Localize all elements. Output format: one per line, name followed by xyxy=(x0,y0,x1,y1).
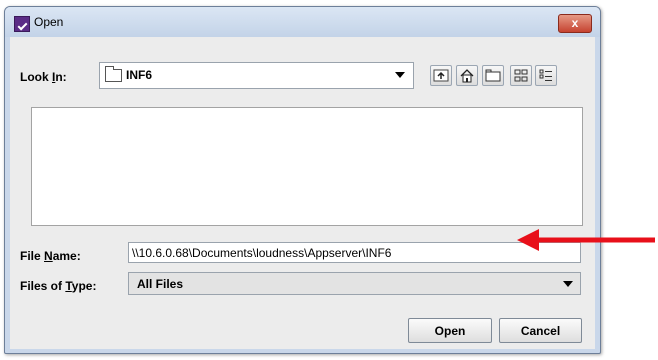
open-button[interactable]: Open xyxy=(408,318,492,343)
red-arrow-annotation xyxy=(517,229,655,251)
list-view-icon xyxy=(514,69,528,82)
files-of-type-value: All Files xyxy=(137,277,184,291)
file-name-label: File Name: xyxy=(20,249,81,263)
new-folder-button[interactable] xyxy=(482,65,504,86)
look-in-value: INF6 xyxy=(126,68,153,82)
files-of-type-label: Files of Type: xyxy=(20,279,97,293)
up-one-level-button[interactable] xyxy=(430,65,452,86)
folder-icon xyxy=(105,66,122,82)
home-icon xyxy=(460,69,474,83)
chevron-down-icon xyxy=(395,72,405,78)
home-button[interactable] xyxy=(456,65,478,86)
title-bar[interactable]: Open x xyxy=(5,7,600,37)
details-view-icon xyxy=(539,69,552,81)
look-in-combo[interactable]: INF6 xyxy=(99,62,414,89)
files-of-type-combo[interactable]: All Files xyxy=(128,272,581,295)
dialog-body: Look In: INF6 File Name: \\10.6.0.68\Doc… xyxy=(10,37,595,349)
look-in-label: Look In: xyxy=(20,70,67,84)
chevron-down-icon xyxy=(563,281,573,287)
file-name-input[interactable]: \\10.6.0.68\Documents\loudness\Appserver… xyxy=(128,242,581,263)
up-folder-icon xyxy=(433,69,449,82)
details-view-button[interactable] xyxy=(535,65,557,86)
close-icon: x xyxy=(571,16,579,30)
cancel-button[interactable]: Cancel xyxy=(499,318,582,343)
file-list[interactable] xyxy=(31,107,583,226)
list-view-button[interactable] xyxy=(510,65,532,86)
new-folder-icon xyxy=(485,69,501,82)
window-title: Open xyxy=(34,15,64,29)
app-icon xyxy=(14,16,30,32)
open-dialog: Open x Look In: INF6 File Name: \\10.6.0… xyxy=(4,6,601,354)
close-button[interactable]: x xyxy=(558,14,592,33)
